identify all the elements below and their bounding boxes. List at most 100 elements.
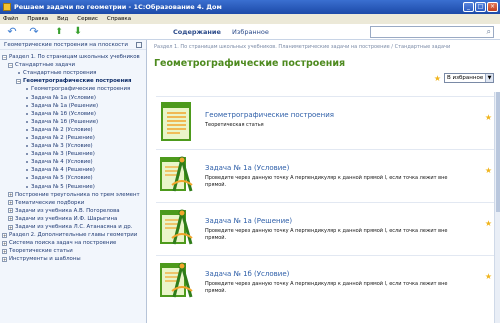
tree-item[interactable]: Стандартные построения xyxy=(0,69,146,77)
favorites-dropdown-value: В избранное xyxy=(447,75,484,81)
tree-item-label: Задача № 4 (Решение) xyxy=(31,167,95,174)
bullet-icon xyxy=(26,112,28,115)
item-title-link[interactable]: Задача № 1б (Условие) xyxy=(205,270,289,278)
title-bar: Решаем задачи по геометрии - 1С:Образова… xyxy=(0,0,500,14)
tree-item[interactable]: Задача № 4 (Условие) xyxy=(0,158,146,166)
expand-icon[interactable]: + xyxy=(8,192,13,198)
tree-item[interactable]: − Стандартные задачи xyxy=(0,61,146,69)
search-icon[interactable]: ⌕ xyxy=(487,27,491,37)
bullet-icon xyxy=(26,136,28,139)
item-title-link[interactable]: Задача № 1а (Решение) xyxy=(205,217,292,225)
tree-item[interactable]: Геометрографические построения xyxy=(0,85,146,93)
list-item[interactable]: Геометрографические построения Теоретичес… xyxy=(156,96,498,149)
menu-edit[interactable]: Правка xyxy=(27,16,48,22)
scrollbar-thumb[interactable] xyxy=(496,92,500,212)
tree-item[interactable]: Задача № 1б (Условие) xyxy=(0,110,146,118)
collapse-icon[interactable]: − xyxy=(16,78,21,84)
tab-favorites[interactable]: Избранное xyxy=(232,28,269,36)
collapse-icon[interactable]: − xyxy=(2,54,7,60)
star-icon[interactable]: ★ xyxy=(485,113,492,122)
tree-item[interactable]: Задача № 1б (Решение) xyxy=(0,118,146,126)
tree-item[interactable]: − Раздел 1. По страницам школьных учебник… xyxy=(0,53,146,61)
close-button[interactable]: × xyxy=(487,2,498,12)
tree-item-label: Задачи из учебника А.В. Погорелова xyxy=(15,207,120,214)
panel-toggle-icon[interactable] xyxy=(136,42,142,48)
tab-contents[interactable]: Содержание xyxy=(173,28,221,36)
expand-icon[interactable]: + xyxy=(8,216,13,222)
item-title-link[interactable]: Задача № 1а (Условие) xyxy=(205,164,289,172)
minimize-button[interactable]: _ xyxy=(463,2,474,12)
list-item[interactable]: Задача № 1а (Решение) Проведите через дан… xyxy=(156,202,498,255)
tree-item[interactable]: Задача № 3 (Решение) xyxy=(0,150,146,158)
tree-item-label: Стандартные построения xyxy=(23,70,97,77)
tree-item[interactable]: + Теоретические статьи xyxy=(0,247,146,255)
expand-icon[interactable]: + xyxy=(2,240,7,246)
tree-item[interactable]: Задача № 5 (Условие) xyxy=(0,174,146,182)
tree-item[interactable]: + Раздел 2. Дополнительные главы геометри… xyxy=(0,231,146,239)
document-icon[interactable] xyxy=(160,102,194,142)
favorites-dropdown[interactable]: В избранное ▼ xyxy=(444,73,494,83)
tree-item[interactable]: Задача № 2 (Условие) xyxy=(0,126,146,134)
item-title-link[interactable]: Геометрографические построения xyxy=(205,111,334,119)
item-description: Теоретическая статья xyxy=(205,122,264,128)
tree-item[interactable]: + Задачи из учебника Л.С. Атанасяна и др. xyxy=(0,223,146,231)
compass-icon[interactable] xyxy=(160,155,194,195)
star-icon[interactable]: ★ xyxy=(485,219,492,228)
breadcrumb[interactable]: Раздел 1. По страницам школьных учебнико… xyxy=(154,44,450,50)
tree-item-label: Задача № 1а (Условие) xyxy=(31,94,96,101)
tree-item-label: Раздел 1. По страницам школьных учебнико… xyxy=(9,54,140,61)
sidebar: Геометрические построения на плоскости −… xyxy=(0,40,147,323)
star-icon[interactable]: ★ xyxy=(485,272,492,281)
forward-arrow-icon[interactable]: ↷ xyxy=(28,26,40,38)
menu-tools[interactable]: Сервис xyxy=(77,16,98,22)
tree-item[interactable]: Задача № 5 (Решение) xyxy=(0,183,146,191)
tree-item[interactable]: + Система поиска задач на построение xyxy=(0,239,146,247)
tree-item[interactable]: Задача № 3 (Условие) xyxy=(0,142,146,150)
sidebar-title: Геометрические построения на плоскости xyxy=(4,41,128,48)
back-arrow-icon[interactable]: ↶ xyxy=(6,26,18,38)
expand-icon[interactable]: + xyxy=(8,200,13,206)
menu-help[interactable]: Справка xyxy=(107,16,131,22)
scrollbar[interactable] xyxy=(494,92,500,323)
tree-item-label: Инструменты и шаблоны xyxy=(9,256,81,263)
maximize-button[interactable]: □ xyxy=(475,2,486,12)
item-description: Проведите через данную точку A перпендик… xyxy=(205,281,448,294)
tree-item[interactable]: Задача № 1а (Решение) xyxy=(0,102,146,110)
tree-item[interactable]: + Тематические подборки xyxy=(0,199,146,207)
tree-item-label: Задача № 1а (Решение) xyxy=(31,102,99,109)
bullet-icon xyxy=(26,161,28,164)
tree-item[interactable]: − Геометрографические построения xyxy=(0,77,146,85)
expand-icon[interactable]: + xyxy=(8,208,13,214)
tree-item[interactable]: + Задачи из учебника И.Ф. Шарыгина xyxy=(0,215,146,223)
tree-item[interactable]: Задача № 2 (Решение) xyxy=(0,134,146,142)
tree-item[interactable]: Задача № 4 (Решение) xyxy=(0,166,146,174)
item-description: Проведите через данную точку A перпендик… xyxy=(205,175,448,188)
list-item[interactable]: Задача № 1б (Условие) Проведите через дан… xyxy=(156,255,498,308)
bullet-icon xyxy=(26,104,28,107)
expand-icon[interactable]: + xyxy=(8,224,13,230)
up-arrow-icon[interactable]: ⬆ xyxy=(53,26,65,38)
tree-item[interactable]: + Задачи из учебника А.В. Погорелова xyxy=(0,207,146,215)
tree-item[interactable]: Задача № 1а (Условие) xyxy=(0,93,146,101)
expand-icon[interactable]: + xyxy=(2,256,7,262)
tree-item-label: Геометрографические построения xyxy=(31,86,131,93)
compass-icon[interactable] xyxy=(160,208,194,248)
compass-icon[interactable] xyxy=(160,261,194,301)
tree-item-label: Тематические подборки xyxy=(15,199,85,206)
page-title: Геометрографические построения xyxy=(154,58,346,69)
expand-icon[interactable]: + xyxy=(2,248,7,254)
menu-file[interactable]: Файл xyxy=(3,16,18,22)
tree-item[interactable]: + Инструменты и шаблоны xyxy=(0,255,146,263)
chevron-down-icon[interactable]: ▼ xyxy=(485,74,493,82)
down-arrow-icon[interactable]: ⬇ xyxy=(72,26,84,38)
bullet-icon xyxy=(26,96,28,99)
item-description: Проведите через данную точку A перпендик… xyxy=(205,228,448,241)
expand-icon[interactable]: + xyxy=(2,232,7,238)
list-item[interactable]: Задача № 1а (Условие) Проведите через дан… xyxy=(156,149,498,202)
star-icon[interactable]: ★ xyxy=(485,166,492,175)
menu-view[interactable]: Вид xyxy=(57,16,68,22)
search-input[interactable]: ⌕ xyxy=(370,26,494,38)
collapse-icon[interactable]: − xyxy=(8,62,13,68)
tree-item[interactable]: + Построение треугольника по трем элемент xyxy=(0,191,146,199)
tree-item-label: Стандартные задачи xyxy=(15,62,76,69)
